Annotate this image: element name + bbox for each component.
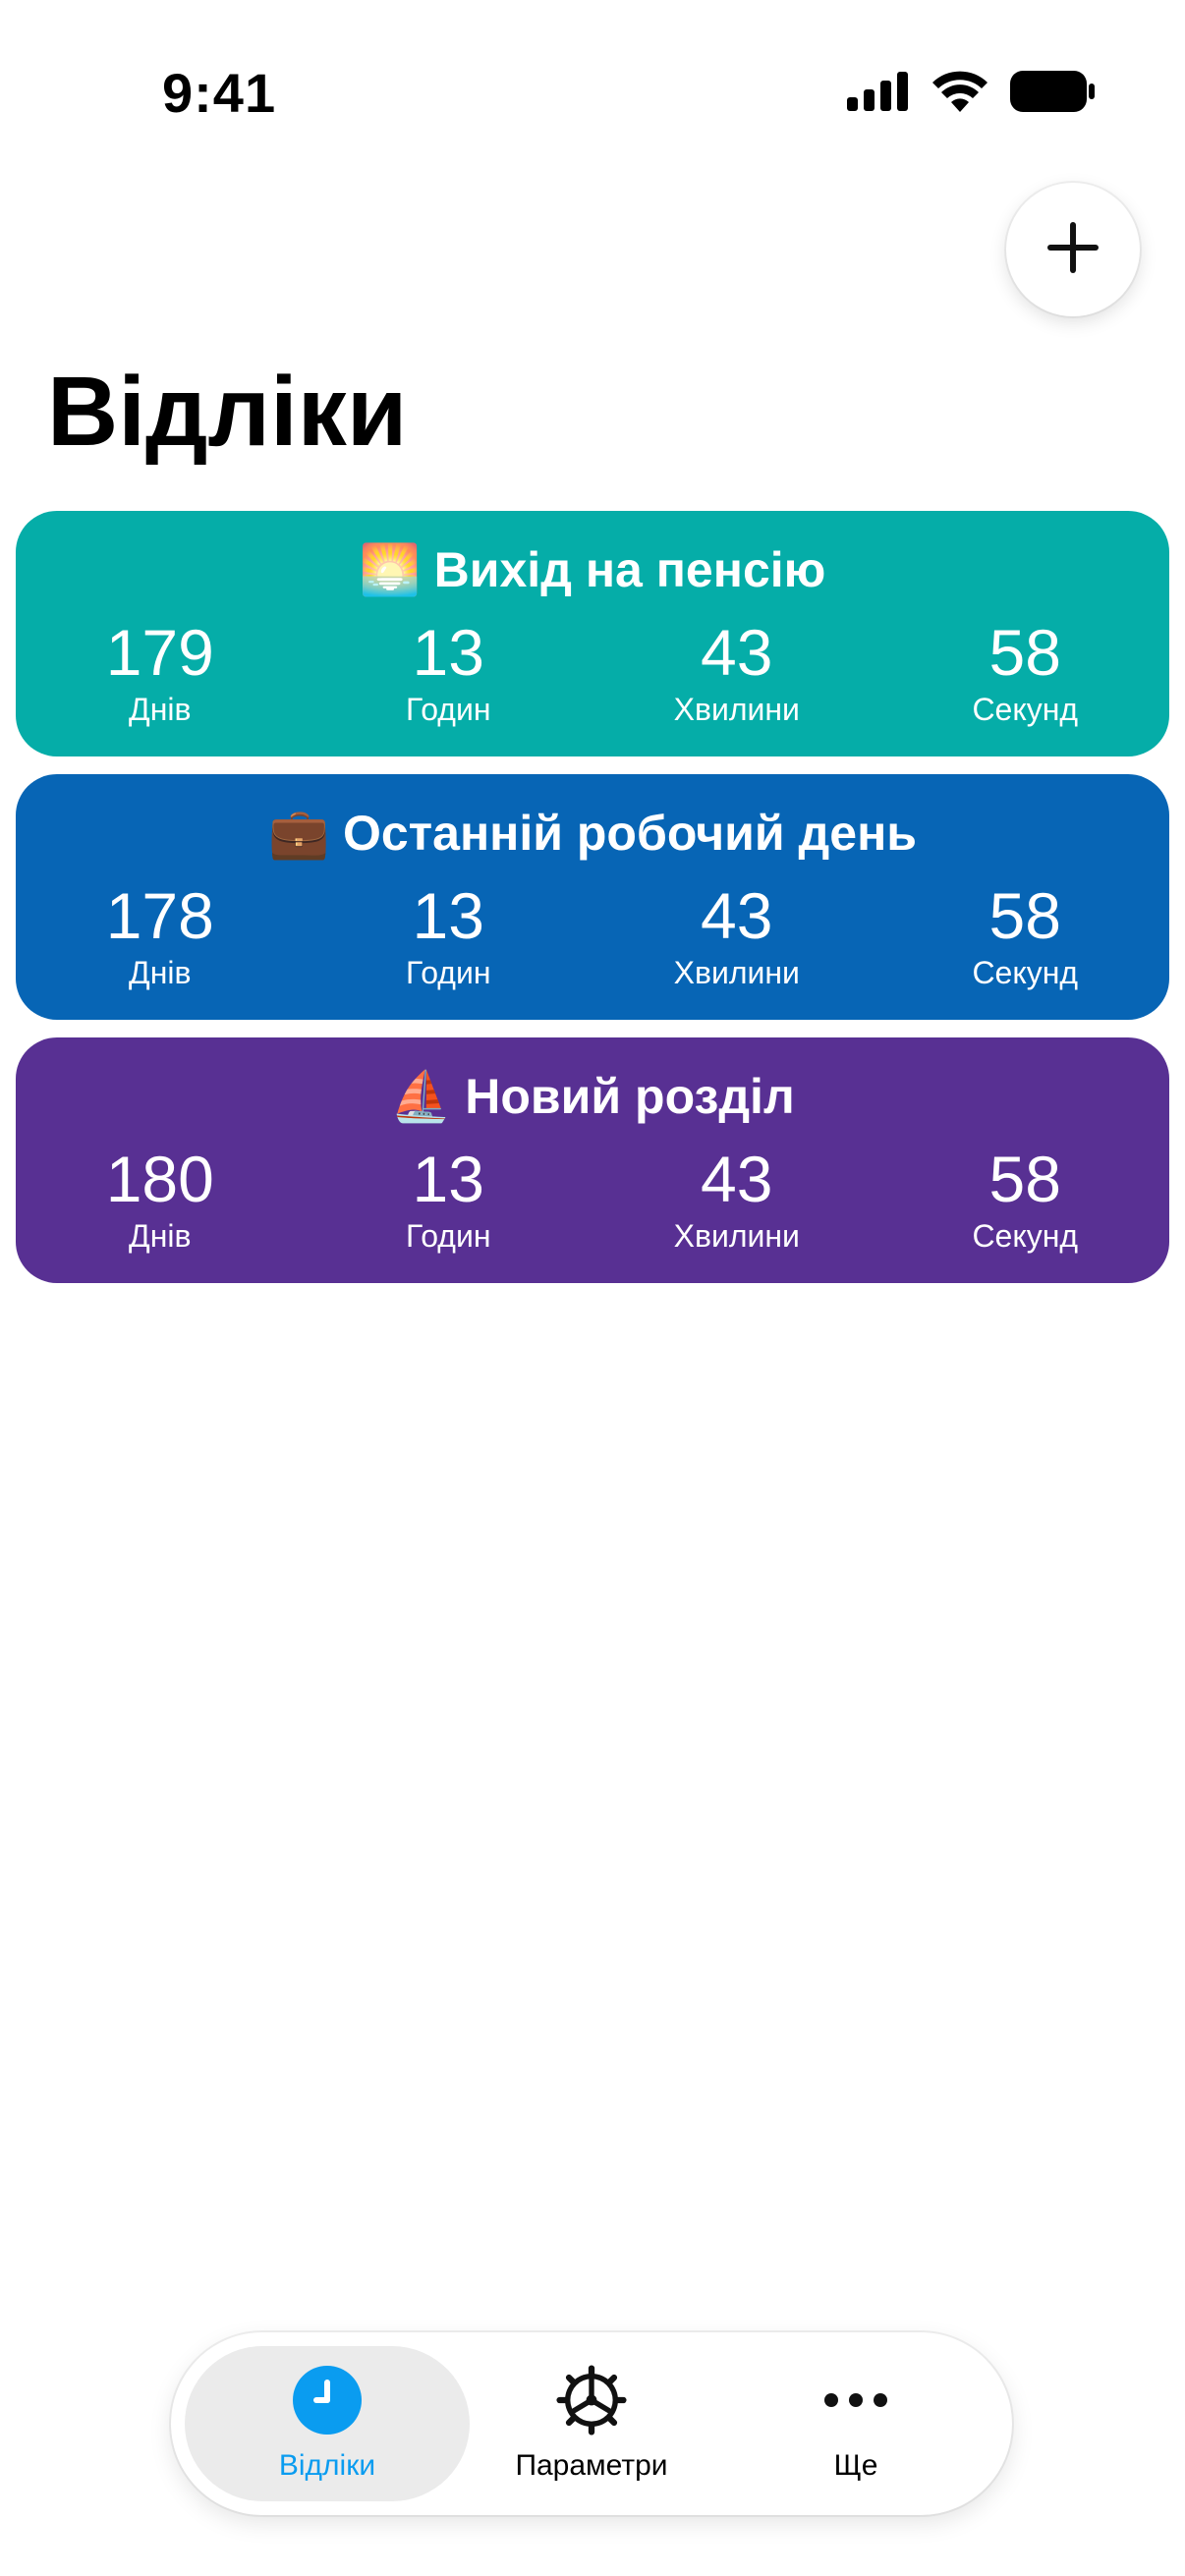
countdown-title-text: Останній робочий день [342,806,918,861]
hours-value: 13 [412,616,484,689]
seconds-unit: 58 Секунд [881,617,1170,729]
days-unit: 178 Днів [16,880,305,992]
minutes-value: 43 [701,879,773,952]
plus-icon [1045,220,1100,280]
ellipsis-icon [820,2365,891,2436]
countdown-card[interactable]: 💼 Останній робочий день 178 Днів 13 Годи… [16,774,1169,1020]
countdown-list: 🌅 Вихід на пенсію 179 Днів 13 Годин 43 Х… [16,511,1169,1301]
days-value: 179 [105,616,214,689]
seconds-label: Секунд [972,955,1079,990]
sunrise-icon: 🌅 [359,542,421,597]
days-label: Днів [129,692,192,727]
wifi-icon [931,71,988,117]
countdown-units: 179 Днів 13 Годин 43 Хвилини 58 Секунд [16,617,1169,729]
sailboat-icon: ⛵ [390,1069,452,1124]
countdown-title: 💼 Останній робочий день [16,804,1169,863]
cellular-signal-icon [847,72,910,116]
briefcase-icon: 💼 [267,806,330,861]
days-label: Днів [129,955,192,990]
gear-icon [556,2365,627,2436]
days-value: 180 [105,1143,214,1215]
hours-label: Годин [406,692,491,727]
hours-unit: 13 Годин [305,617,593,729]
days-value: 178 [105,879,214,952]
hours-label: Годин [406,1218,491,1254]
countdown-units: 180 Днів 13 Годин 43 Хвилини 58 Секунд [16,1144,1169,1256]
countdown-title-text: Новий розділ [465,1069,795,1124]
minutes-label: Хвилини [673,955,800,990]
minutes-unit: 43 Хвилини [592,1144,881,1256]
tab-countdowns[interactable]: Відліки [185,2346,470,2501]
countdown-title: 🌅 Вихід на пенсію [16,540,1169,599]
page-title: Відліки [47,357,408,467]
minutes-unit: 43 Хвилини [592,880,881,992]
hours-label: Годин [406,955,491,990]
seconds-unit: 58 Секунд [881,1144,1170,1256]
days-unit: 180 Днів [16,1144,305,1256]
tab-bar: Відліки Параметри Ще [171,2332,1012,2515]
countdown-card[interactable]: 🌅 Вихід на пенсію 179 Днів 13 Годин 43 Х… [16,511,1169,756]
hours-unit: 13 Годин [305,880,593,992]
countdown-title-text: Вихід на пенсію [433,542,826,597]
hours-value: 13 [412,879,484,952]
countdown-title: ⛵ Новий розділ [16,1067,1169,1126]
countdown-units: 178 Днів 13 Годин 43 Хвилини 58 Секунд [16,880,1169,992]
status-time: 9:41 [162,62,277,124]
days-unit: 179 Днів [16,617,305,729]
minutes-label: Хвилини [673,692,800,727]
status-bar: 9:41 [0,0,1185,187]
tab-label: Відліки [278,2449,376,2482]
seconds-label: Секунд [972,692,1079,727]
tab-label: Ще [833,2449,878,2482]
seconds-value: 58 [988,616,1061,689]
minutes-label: Хвилини [673,1218,800,1254]
add-countdown-button[interactable] [1006,183,1140,316]
minutes-value: 43 [701,616,773,689]
clock-icon [292,2365,363,2436]
status-icons [847,71,1095,117]
tab-label: Параметри [515,2449,668,2482]
seconds-label: Секунд [972,1218,1079,1254]
seconds-value: 58 [988,1143,1061,1215]
minutes-value: 43 [701,1143,773,1215]
seconds-unit: 58 Секунд [881,880,1170,992]
seconds-value: 58 [988,879,1061,952]
hours-value: 13 [412,1143,484,1215]
battery-icon [1010,71,1095,117]
tab-more[interactable]: Ще [713,2346,998,2501]
tab-settings[interactable]: Параметри [449,2346,734,2501]
days-label: Днів [129,1218,192,1254]
countdown-card[interactable]: ⛵ Новий розділ 180 Днів 13 Годин 43 Хвил… [16,1037,1169,1283]
minutes-unit: 43 Хвилини [592,617,881,729]
hours-unit: 13 Годин [305,1144,593,1256]
